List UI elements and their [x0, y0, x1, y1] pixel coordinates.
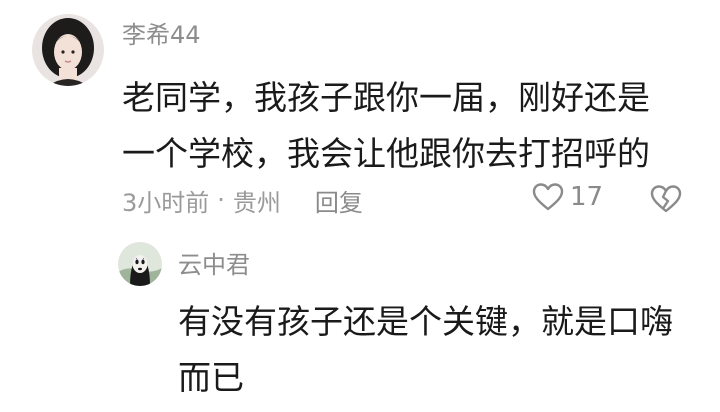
comment-text-line: 一个学校，我会让他跟你去打招呼的 — [122, 134, 650, 173]
user-avatar[interactable] — [32, 14, 104, 86]
comment-meta: 3小时前 · 贵州 回复 — [122, 183, 363, 218]
comment-text: 老同学，我孩子跟你一届，刚好还是 一个学校，我会让他跟你去打招呼的 — [122, 70, 650, 182]
broken-heart-icon — [650, 185, 682, 213]
reply-text: 有没有孩子还是个关键，就是口嗨 而已 — [178, 294, 673, 406]
reply-user-avatar[interactable] — [118, 242, 162, 286]
reply-button[interactable]: 回复 — [315, 183, 363, 218]
comment-time: 3小时前 — [122, 188, 210, 217]
comment-location: 贵州 — [232, 188, 281, 217]
comment-text-line: 老同学，我孩子跟你一届，刚好还是 — [122, 78, 650, 117]
dislike-button[interactable] — [650, 184, 682, 218]
meta-separator: · — [217, 186, 225, 214]
like-button[interactable]: 17 — [532, 182, 603, 212]
comment-thread: 李希44 老同学，我孩子跟你一届，刚好还是 一个学校，我会让他跟你去打招呼的 3… — [0, 0, 720, 412]
like-count: 17 — [570, 182, 604, 212]
reply-text-line: 而已 — [178, 358, 244, 397]
reply-text-line: 有没有孩子还是个关键，就是口嗨 — [178, 302, 673, 341]
reply-username[interactable]: 云中君 — [178, 250, 250, 280]
comment-username[interactable]: 李希44 — [122, 20, 201, 50]
heart-outline-icon — [532, 183, 564, 211]
